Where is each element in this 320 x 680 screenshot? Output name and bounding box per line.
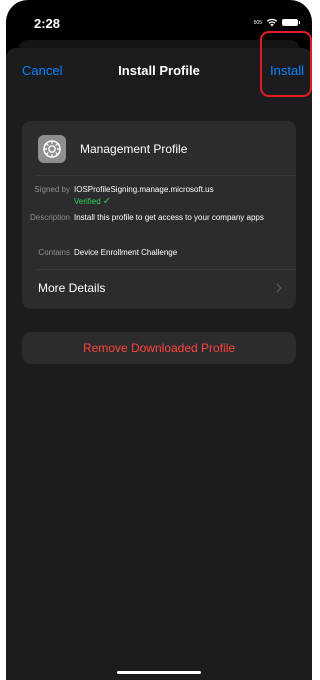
wifi-icon xyxy=(266,18,278,27)
remove-downloaded-profile-button[interactable]: Remove Downloaded Profile xyxy=(22,332,296,364)
page-title: Install Profile xyxy=(118,63,200,78)
verified-label: Verified xyxy=(74,197,101,206)
profile-app-icon xyxy=(38,135,66,163)
contains-value: Device Enrollment Challenge xyxy=(74,248,178,257)
divider xyxy=(36,175,296,176)
status-icons: 505 xyxy=(253,18,300,27)
install-profile-sheet: Cancel Install Profile Install Managemen… xyxy=(6,31,312,680)
chevron-right-icon xyxy=(276,283,282,293)
install-button[interactable]: Install xyxy=(270,63,304,78)
gear-icon xyxy=(43,140,61,158)
profile-header: Management Profile xyxy=(38,135,187,163)
verified-status: Verified ✓ xyxy=(74,196,111,207)
carrier-label: 505 xyxy=(253,19,262,26)
nav-bar: Cancel Install Profile Install xyxy=(6,31,312,97)
status-bar: 2:28 505 xyxy=(6,0,312,44)
signed-by-label: Signed by xyxy=(34,185,70,194)
check-icon: ✓ xyxy=(102,196,112,207)
profile-card: Management Profile Signed by IOSProfileS… xyxy=(22,121,296,309)
profile-name: Management Profile xyxy=(80,142,188,156)
description-label: Description xyxy=(29,213,70,222)
home-indicator xyxy=(117,671,201,674)
more-details-label: More Details xyxy=(38,281,106,295)
status-time: 2:28 xyxy=(34,16,61,31)
contains-label: Contains xyxy=(38,248,70,257)
description-value: Install this profile to get access to yo… xyxy=(74,213,264,222)
divider xyxy=(36,269,296,270)
phone-screen: 2:28 505 Cancel Install Profile Install xyxy=(6,0,312,680)
signed-by-value: IOSProfileSigning.manage.microsoft.us xyxy=(74,185,214,194)
battery-icon xyxy=(282,19,300,26)
more-details-row[interactable]: More Details xyxy=(22,275,296,305)
